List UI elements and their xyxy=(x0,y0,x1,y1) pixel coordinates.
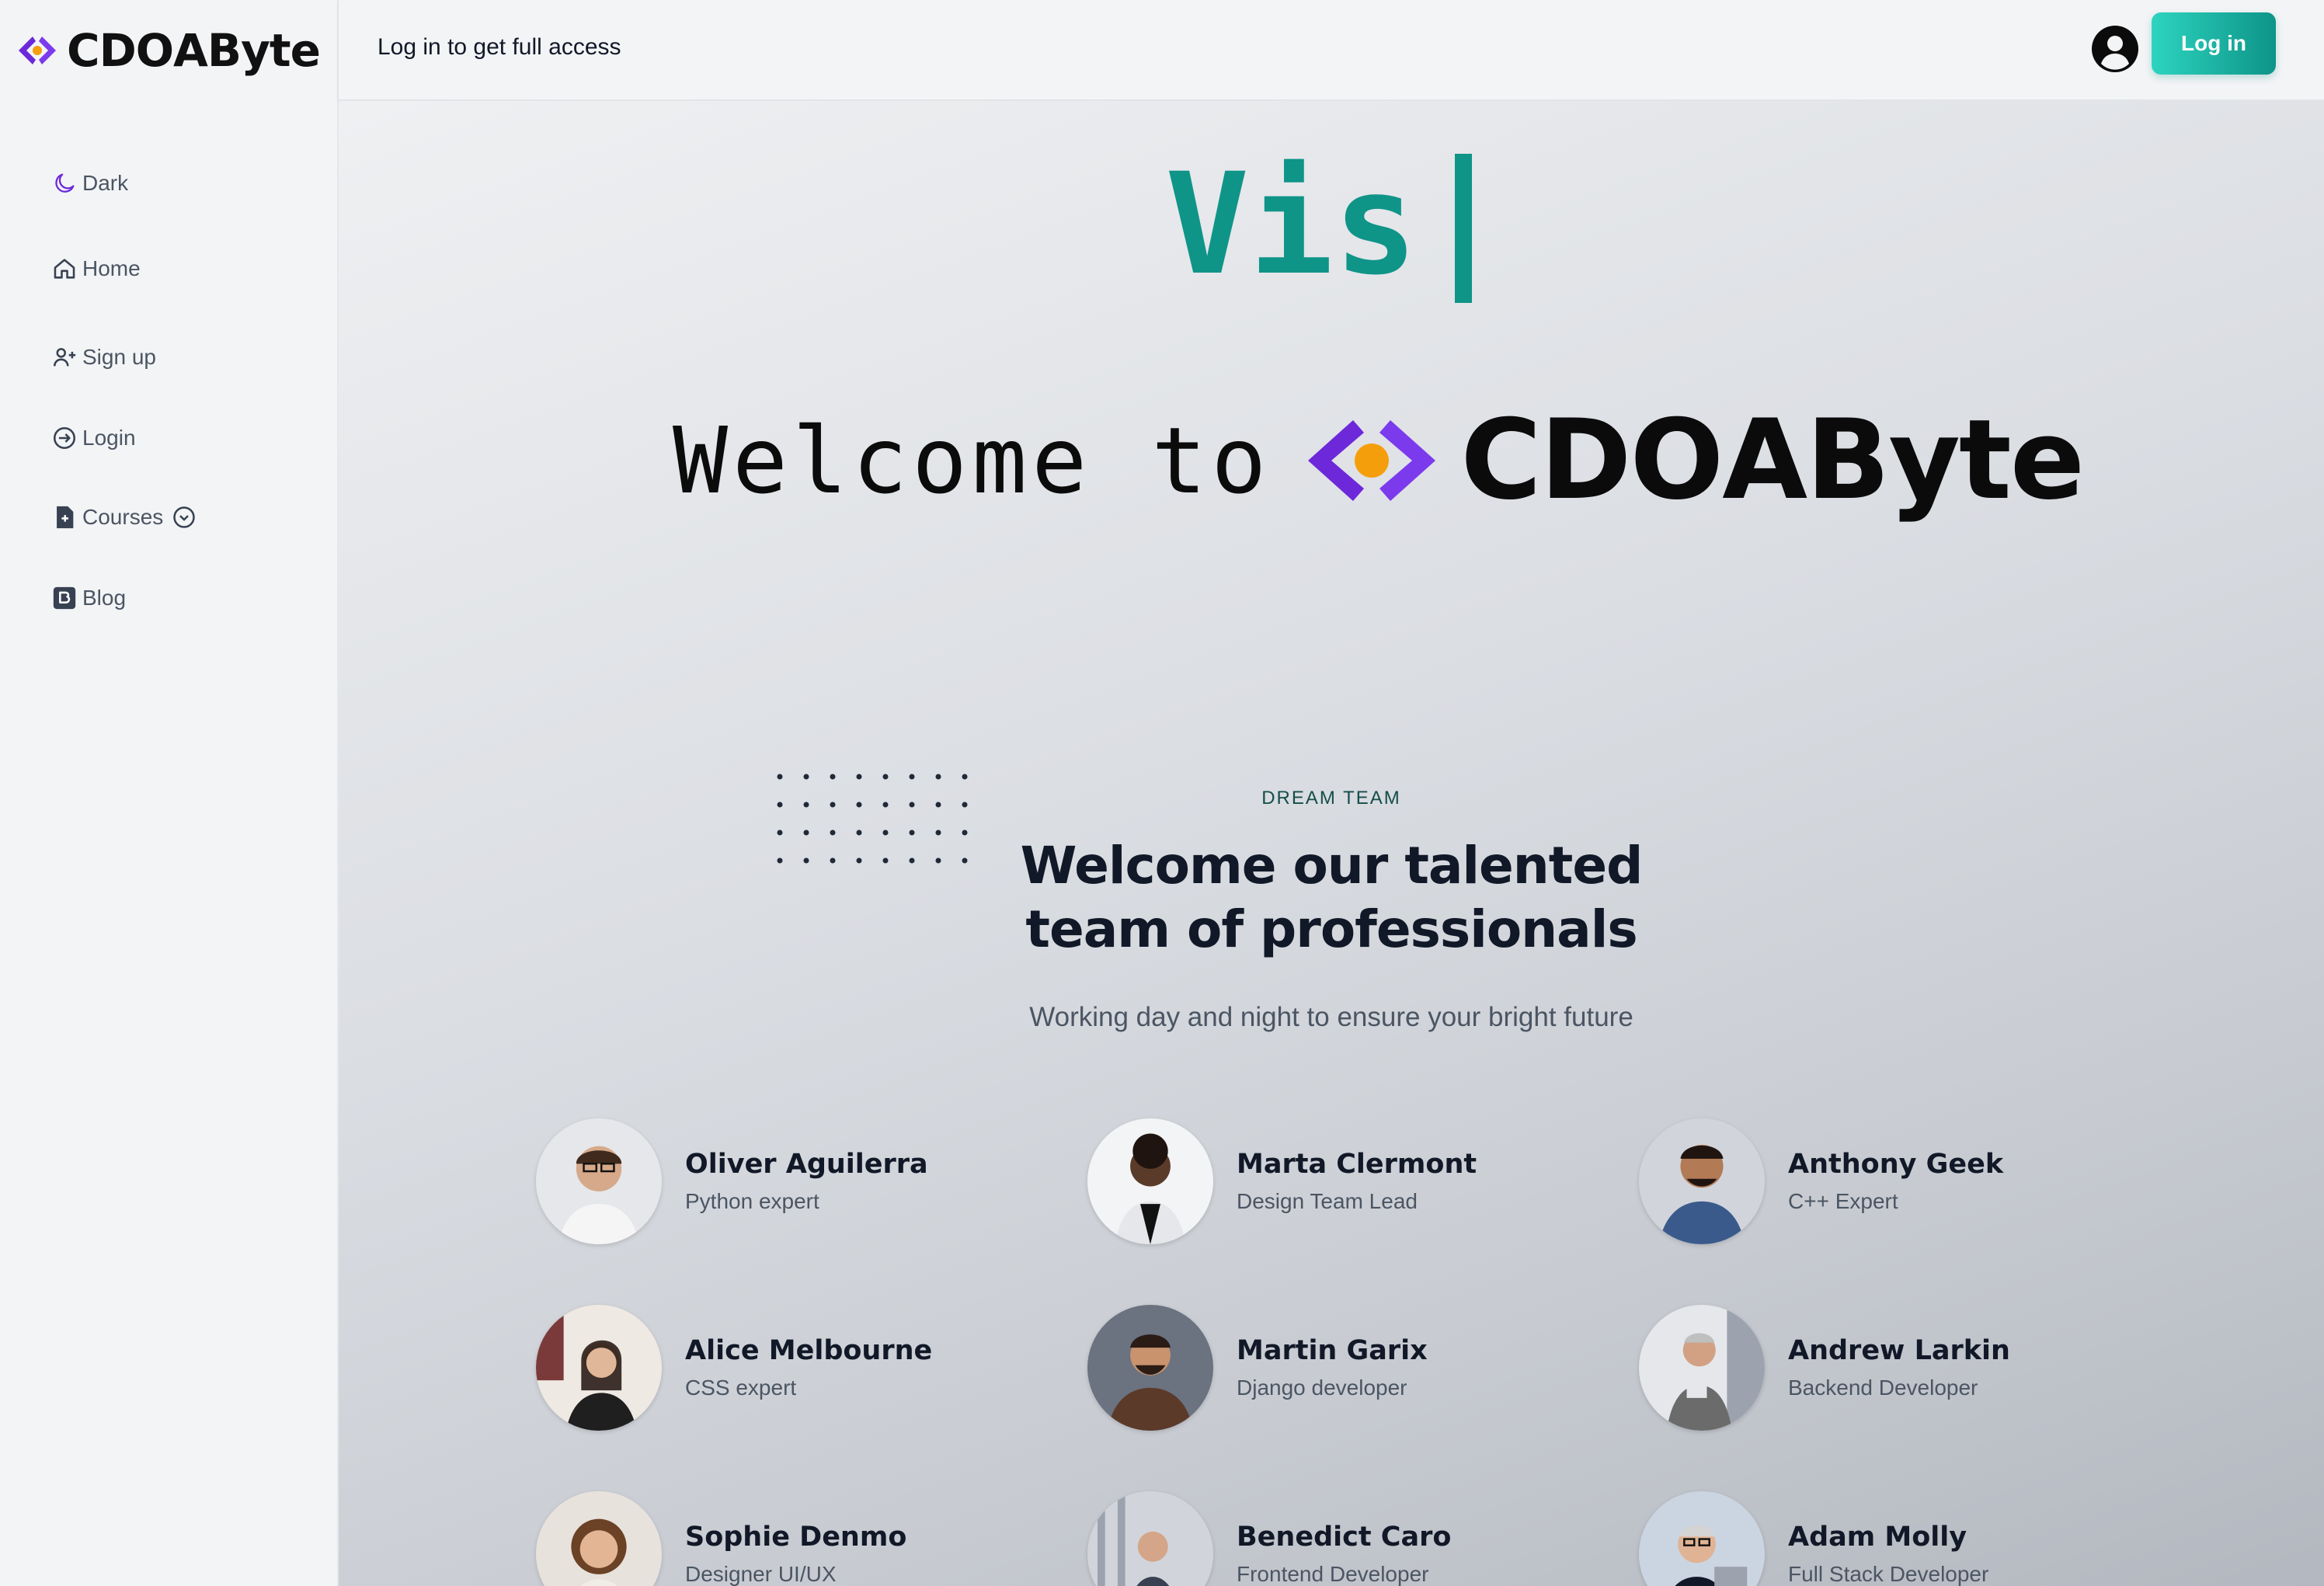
welcome-text: Welcome to xyxy=(673,406,1272,514)
avatar xyxy=(1639,1118,1765,1244)
welcome-banner: Welcome to CDOΑByte xyxy=(673,396,2085,524)
member-name: Sophie Denmo xyxy=(685,1522,907,1553)
team-member-card[interactable]: Oliver Aguilerra Python expert xyxy=(536,1115,1018,1247)
avatar xyxy=(536,1305,662,1431)
member-role: Full Stack Developer xyxy=(1788,1562,1989,1586)
sidebar: CDOΑByte Dark Home Sign up Login Courses… xyxy=(0,0,339,1586)
avatar xyxy=(536,1491,662,1586)
team-member-card[interactable]: Alice Melbourne CSS expert xyxy=(536,1302,1018,1434)
team-member-card[interactable]: Adam Molly Full Stack Developer xyxy=(1639,1488,2120,1586)
avatar xyxy=(536,1118,662,1244)
team-member-card[interactable]: Marta Clermont Design Team Lead xyxy=(1087,1115,1569,1247)
sidebar-item-dark[interactable]: Dark xyxy=(51,160,128,207)
member-name: Marta Clermont xyxy=(1237,1149,1477,1180)
brand-logo[interactable]: CDOΑByte xyxy=(12,16,321,85)
file-plus-icon xyxy=(51,504,78,530)
brand-mark-icon xyxy=(19,37,56,64)
typing-headline: Vis xyxy=(1165,144,1473,306)
member-role: Backend Developer xyxy=(1788,1376,1978,1400)
chevron-down-icon[interactable] xyxy=(172,506,196,529)
sidebar-item-blog[interactable]: Blog xyxy=(51,575,126,621)
team-member-card[interactable]: Anthony Geek C++ Expert xyxy=(1639,1115,2120,1247)
member-role: Django developer xyxy=(1237,1376,1407,1400)
member-role: CSS expert xyxy=(685,1376,797,1400)
member-name: Andrew Larkin xyxy=(1788,1335,2010,1366)
typing-text: Vis xyxy=(1165,144,1418,306)
sidebar-item-label: Dark xyxy=(82,171,129,195)
sidebar-item-label: Sign up xyxy=(82,345,156,369)
team-member-card[interactable]: Andrew Larkin Backend Developer xyxy=(1639,1302,2120,1434)
sidebar-item-home[interactable]: Home xyxy=(51,245,141,292)
main-content: Vis Welcome to CDOΑByte DREAM TEAM Welco… xyxy=(339,101,2324,1586)
member-role: Design Team Lead xyxy=(1237,1189,1418,1213)
team-member-card[interactable]: Benedict Caro Frontend Developer xyxy=(1087,1488,1569,1586)
member-name: Oliver Aguilerra xyxy=(685,1149,928,1180)
member-name: Martin Garix xyxy=(1237,1335,1428,1366)
home-icon xyxy=(51,256,78,282)
avatar xyxy=(1087,1118,1213,1244)
user-avatar-icon[interactable] xyxy=(2091,25,2139,73)
team-member-card[interactable]: Martin Garix Django developer xyxy=(1087,1302,1569,1434)
member-role: C++ Expert xyxy=(1788,1189,1898,1213)
member-role: Designer UI/UX xyxy=(685,1562,837,1586)
log-in-button[interactable]: Log in xyxy=(2152,12,2276,75)
top-bar: Log in to get full access Log in xyxy=(339,0,2324,101)
login-prompt-text: Log in to get full access xyxy=(377,34,621,60)
sidebar-item-sign-up[interactable]: Sign up xyxy=(51,334,156,381)
avatar xyxy=(1639,1305,1765,1431)
sidebar-item-label: Blog xyxy=(82,586,127,610)
typing-caret xyxy=(1455,154,1473,303)
sidebar-item-label: Login xyxy=(82,426,136,450)
brand-name: CDOΑByte xyxy=(67,24,321,77)
login-icon xyxy=(51,425,78,451)
sidebar-item-login[interactable]: Login xyxy=(51,415,136,461)
member-role: Python expert xyxy=(685,1189,819,1213)
brand-mark-icon xyxy=(1308,419,1436,501)
section-heading: Welcome our talented team of professiona… xyxy=(1020,836,1644,959)
section-subheading: Working day and night to ensure your bri… xyxy=(1029,1002,1633,1032)
avatar xyxy=(1087,1491,1213,1586)
brand-wordmark: CDOΑByte xyxy=(1460,396,2085,524)
sidebar-item-courses[interactable]: Courses xyxy=(51,494,196,541)
user-plus-icon xyxy=(51,344,78,370)
member-name: Anthony Geek xyxy=(1788,1149,2004,1180)
member-name: Alice Melbourne xyxy=(685,1335,933,1366)
avatar xyxy=(1087,1305,1213,1431)
member-name: Benedict Caro xyxy=(1237,1522,1452,1553)
sidebar-item-label: Courses xyxy=(82,505,164,529)
section-eyebrow: DREAM TEAM xyxy=(1261,788,1401,809)
blog-icon xyxy=(51,585,78,611)
avatar xyxy=(1639,1491,1765,1586)
member-name: Adam Molly xyxy=(1788,1522,1967,1553)
team-member-card[interactable]: Sophie Denmo Designer UI/UX xyxy=(536,1488,1018,1586)
sidebar-item-label: Home xyxy=(82,256,141,280)
member-role: Frontend Developer xyxy=(1237,1562,1429,1586)
moon-icon xyxy=(51,170,78,197)
